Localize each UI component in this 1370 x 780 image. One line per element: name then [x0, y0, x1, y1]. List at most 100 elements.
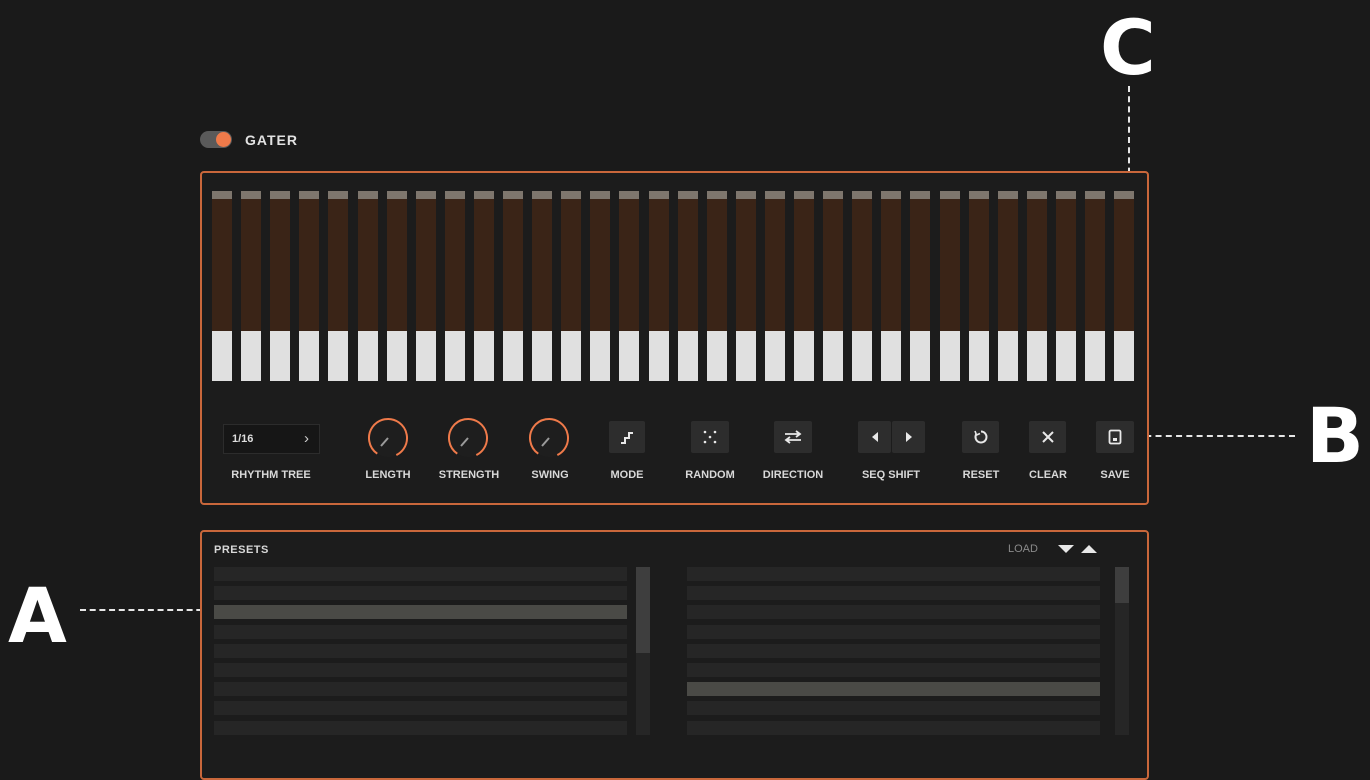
sequencer-step[interactable]	[561, 191, 581, 381]
sequencer-step[interactable]	[736, 191, 756, 381]
sequencer-step[interactable]	[270, 191, 290, 381]
step-cap	[387, 191, 407, 199]
sequencer-step[interactable]	[823, 191, 843, 381]
step-cap	[998, 191, 1018, 199]
sequencer-step[interactable]	[794, 191, 814, 381]
step-cap	[910, 191, 930, 199]
sequencer-step[interactable]	[678, 191, 698, 381]
step-gate	[940, 331, 960, 381]
length-knob[interactable]	[367, 417, 409, 459]
step-gate	[270, 331, 290, 381]
step-body	[445, 199, 465, 331]
clear-button[interactable]	[1029, 421, 1066, 453]
save-button[interactable]	[1096, 421, 1134, 453]
sequencer-step[interactable]	[503, 191, 523, 381]
step-gate	[590, 331, 610, 381]
sequencer-step[interactable]	[387, 191, 407, 381]
step-cap	[969, 191, 989, 199]
sequencer-step[interactable]	[765, 191, 785, 381]
sequencer-step[interactable]	[590, 191, 610, 381]
sequencer-step[interactable]	[532, 191, 552, 381]
step-cap	[765, 191, 785, 199]
step-gate	[1085, 331, 1105, 381]
preset-row[interactable]	[214, 720, 627, 735]
sequencer-step[interactable]	[358, 191, 378, 381]
step-cap	[1027, 191, 1047, 199]
close-icon	[1041, 431, 1054, 443]
sequencer-step[interactable]	[474, 191, 494, 381]
mode-button[interactable]	[609, 421, 645, 453]
step-cap	[299, 191, 319, 199]
step-cap	[270, 191, 290, 199]
preset-row[interactable]	[214, 643, 627, 658]
seq-shift-left-button[interactable]	[858, 421, 891, 453]
step-cap	[561, 191, 581, 199]
preset-row[interactable]	[214, 586, 627, 601]
step-cap	[794, 191, 814, 199]
preset-row[interactable]	[687, 605, 1100, 620]
sequencer-step[interactable]	[299, 191, 319, 381]
plugin-title: GATER	[245, 132, 298, 148]
sequencer-step[interactable]	[241, 191, 261, 381]
step-cap	[823, 191, 843, 199]
step-body	[998, 199, 1018, 331]
step-body	[299, 199, 319, 331]
reset-button[interactable]	[962, 421, 999, 453]
sequencer-step[interactable]	[212, 191, 232, 381]
sequencer-step[interactable]	[1114, 191, 1134, 381]
shift-left-icon	[871, 432, 878, 442]
preset-row[interactable]	[687, 586, 1100, 601]
strength-knob[interactable]	[447, 417, 489, 459]
preset-list-left[interactable]	[214, 567, 627, 737]
preset-list-right[interactable]	[687, 567, 1100, 737]
sequencer-step[interactable]	[910, 191, 930, 381]
preset-list-left-scrollbar[interactable]	[636, 567, 650, 735]
random-button[interactable]	[691, 421, 729, 453]
sort-down-icon[interactable]	[1057, 544, 1075, 554]
preset-row[interactable]	[687, 720, 1100, 735]
step-gate	[1056, 331, 1076, 381]
preset-row[interactable]	[214, 624, 627, 639]
rhythm-tree-selector[interactable]: 1/16 ›	[223, 424, 320, 454]
sequencer-step[interactable]	[1027, 191, 1047, 381]
preset-row[interactable]	[214, 605, 627, 620]
seq-shift-right-button[interactable]	[892, 421, 925, 453]
chevron-right-icon[interactable]: ›	[304, 430, 309, 447]
sequencer-step[interactable]	[416, 191, 436, 381]
preset-row[interactable]	[687, 624, 1100, 639]
preset-row[interactable]	[214, 663, 627, 677]
sequencer-step[interactable]	[649, 191, 669, 381]
preset-row[interactable]	[687, 663, 1100, 677]
step-body	[1027, 199, 1047, 331]
preset-row[interactable]	[687, 567, 1100, 581]
preset-row[interactable]	[687, 643, 1100, 658]
sequencer-step[interactable]	[852, 191, 872, 381]
preset-list-right-scrollbar[interactable]	[1115, 567, 1129, 735]
seq-shift-label: SEQ SHIFT	[861, 469, 921, 481]
sequencer-step[interactable]	[328, 191, 348, 381]
sequencer-step[interactable]	[940, 191, 960, 381]
sequencer-step[interactable]	[969, 191, 989, 381]
scrollbar-thumb[interactable]	[636, 567, 650, 653]
step-cap	[328, 191, 348, 199]
sequencer-step[interactable]	[619, 191, 639, 381]
scrollbar-thumb[interactable]	[1115, 567, 1129, 603]
preset-row[interactable]	[214, 682, 627, 697]
sequencer-step[interactable]	[1056, 191, 1076, 381]
sequencer-step[interactable]	[881, 191, 901, 381]
step-sequencer[interactable]	[212, 191, 1137, 381]
sequencer-step[interactable]	[445, 191, 465, 381]
sequencer-step[interactable]	[998, 191, 1018, 381]
swing-knob[interactable]	[528, 417, 570, 459]
preset-row[interactable]	[214, 567, 627, 581]
preset-row[interactable]	[687, 701, 1100, 716]
preset-row[interactable]	[214, 701, 627, 716]
gater-enable-toggle[interactable]	[200, 131, 232, 148]
sequencer-step[interactable]	[707, 191, 727, 381]
direction-button[interactable]	[774, 421, 812, 453]
sequencer-step[interactable]	[1085, 191, 1105, 381]
step-gate	[619, 331, 639, 381]
preset-row[interactable]	[687, 682, 1100, 697]
sort-up-icon[interactable]	[1080, 544, 1098, 554]
step-body	[649, 199, 669, 331]
